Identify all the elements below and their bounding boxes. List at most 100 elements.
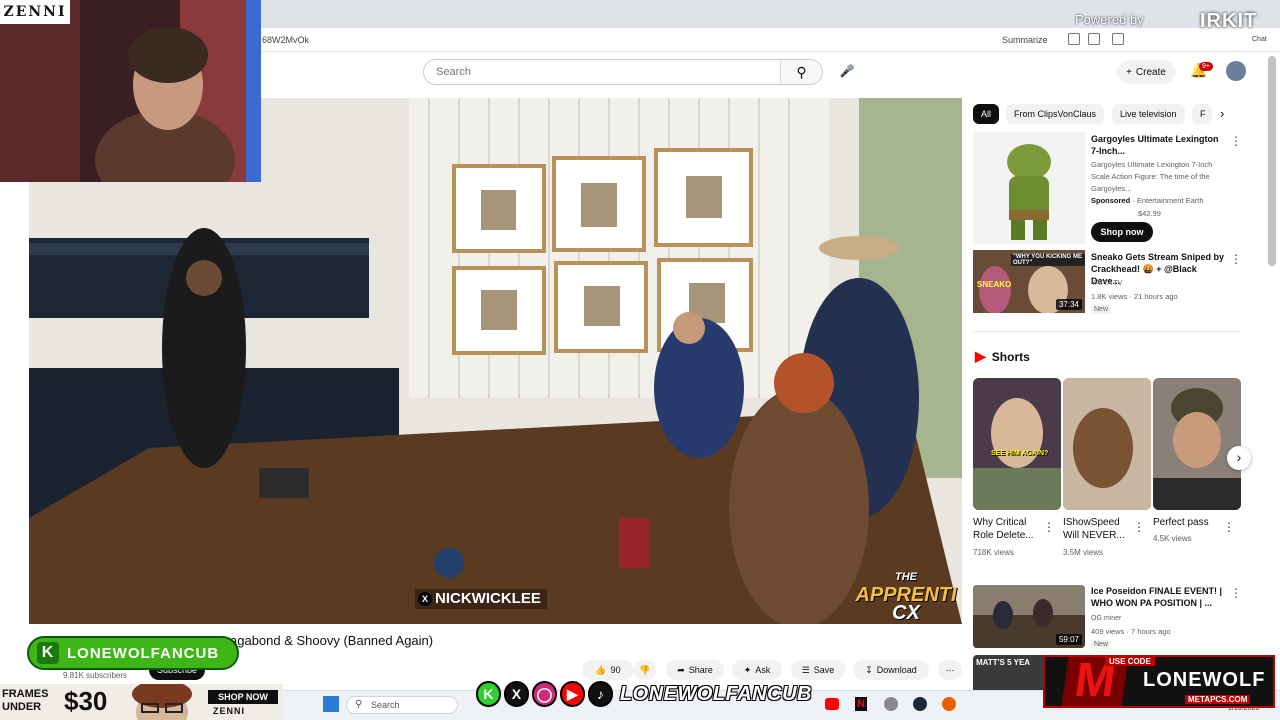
plus-icon: + xyxy=(1126,66,1132,78)
caption-text: NICKWICKLEE xyxy=(435,590,541,607)
search-input[interactable]: Search xyxy=(436,66,471,78)
shorts-heading: ▶ Shorts xyxy=(975,348,1030,365)
frames-line2: UNDER xyxy=(2,701,42,713)
more-actions-button[interactable]: ⋯ xyxy=(938,660,962,680)
sponsored-label: Sponsored xyxy=(1091,196,1131,205)
ad-title[interactable]: Gargoyles Ultimate Lexington 7-Inch... xyxy=(1091,133,1226,157)
app-icon[interactable] xyxy=(884,697,898,711)
download-icon: ↧ xyxy=(865,664,873,675)
netflix-app-icon[interactable]: N xyxy=(855,697,867,711)
ask-label: Ask xyxy=(755,665,771,675)
short-image xyxy=(1153,378,1241,510)
chip-more[interactable]: F xyxy=(1192,104,1212,124)
steam-app-icon[interactable] xyxy=(913,697,927,711)
share-icon: ➦ xyxy=(677,664,685,675)
subscriber-count: 9.81K subscribers xyxy=(63,671,128,680)
more-vertical-icon[interactable]: ⋮ xyxy=(1230,134,1242,148)
model-photo xyxy=(132,684,192,720)
refresh-icon[interactable] xyxy=(1112,33,1124,45)
short-image xyxy=(973,378,1061,510)
zenni-small-logo: ZENNI xyxy=(213,706,245,716)
chip-live-television[interactable]: Live television xyxy=(1112,104,1185,124)
ask-button[interactable]: ✦ Ask xyxy=(732,660,782,680)
channel-name[interactable]: YATTA TV xyxy=(1091,278,1122,289)
sparkle-icon: ✦ xyxy=(743,664,752,675)
thumbs-up-icon: 👍 xyxy=(595,664,607,675)
promo-code: LONEWOLF xyxy=(1143,669,1266,691)
more-vertical-icon[interactable]: ⋮ xyxy=(1133,520,1145,534)
windows-start-icon[interactable] xyxy=(323,696,339,712)
save-button[interactable]: ☰ Save xyxy=(791,660,845,680)
account-avatar[interactable] xyxy=(1226,61,1246,81)
chat-button[interactable]: Chat xyxy=(1252,36,1267,43)
chevron-right-icon[interactable]: › xyxy=(1220,106,1224,121)
taskbar-search[interactable]: ⚲ Search xyxy=(346,696,458,714)
download-button[interactable]: ↧ Download xyxy=(853,660,929,680)
short-views: 3.5M views xyxy=(1063,548,1104,557)
chip-all[interactable]: All xyxy=(973,104,1000,124)
short-title[interactable]: Why Critical Role Delete... xyxy=(973,516,1043,542)
short-thumbnail[interactable] xyxy=(1063,378,1151,510)
like-button[interactable]: 👍 90 xyxy=(582,660,634,680)
more-vertical-icon[interactable]: ⋮ xyxy=(1043,520,1055,534)
instagram-icon: ◯ xyxy=(531,681,557,707)
ad-thumbnail[interactable] xyxy=(973,132,1085,244)
create-button[interactable]: + Create xyxy=(1117,60,1175,84)
ad-sponsor-line: Sponsored · Entertainment Earth xyxy=(1091,196,1204,205)
advertiser-name: Entertainment Earth xyxy=(1136,196,1204,205)
channel-name[interactable]: OG miner xyxy=(1091,613,1121,624)
search-box[interactable]: Search ⚲ xyxy=(423,59,823,85)
social-handles-overlay: K X ◯ ▶ ♪ LONEWOLFANCUB xyxy=(476,680,812,708)
video-duration: 59:07 xyxy=(1055,634,1082,645)
short-views: 4.5K views xyxy=(1153,534,1192,543)
more-vertical-icon[interactable]: ⋮ xyxy=(1230,586,1242,600)
metapcs-site: METAPCS.COM xyxy=(1185,695,1251,704)
youtube-icon: ▶ xyxy=(559,681,585,707)
more-vertical-icon[interactable]: ⋮ xyxy=(1230,252,1242,266)
channel-badge-name: LONEWOLFANCUB xyxy=(67,644,220,662)
short-thumbnail[interactable] xyxy=(1153,378,1241,510)
search-icon[interactable]: ⚲ xyxy=(780,60,822,84)
shop-now-button[interactable]: Shop now xyxy=(1091,222,1153,242)
create-label: Create xyxy=(1135,66,1166,78)
use-code-label: USE CODE xyxy=(1105,657,1155,666)
video-thumbnail[interactable]: 59:07 xyxy=(973,585,1085,648)
extension-icon[interactable] xyxy=(1068,33,1080,45)
shorts-icon: ▶ xyxy=(975,348,986,364)
short-title[interactable]: Perfect pass xyxy=(1153,516,1223,529)
webcam-overlay: ZENNI xyxy=(0,0,261,182)
share-button[interactable]: ➦ Share xyxy=(666,660,724,680)
thumbs-down-icon: 👎 xyxy=(639,664,651,675)
short-title[interactable]: IShowSpeed Will NEVER... xyxy=(1063,516,1135,542)
new-badge: New xyxy=(1091,640,1112,649)
new-badge: New xyxy=(1091,305,1112,314)
zenni-shop-now: SHOP NOW xyxy=(208,690,278,704)
zenni-ad-banner: FRAMES UNDER $30 SHOP NOW ZENNI xyxy=(0,684,283,720)
video-thumbnail[interactable]: "WHY YOU KICKING ME OUT?" SNEAKO 37:34 xyxy=(973,250,1085,313)
frames-price: $30 xyxy=(64,686,108,716)
social-handle: LONEWOLFANCUB xyxy=(619,682,812,705)
save-playlist-icon: ☰ xyxy=(801,664,810,675)
shorts-next-chevron-icon[interactable]: › xyxy=(1227,446,1251,470)
short-thumbnail[interactable]: SEE HIM AGAIN? xyxy=(973,378,1061,510)
chip-from-channel[interactable]: From ClipsVonClaus xyxy=(1006,104,1105,124)
zenni-logo: ZENNI xyxy=(0,0,70,24)
url-text[interactable]: 68W2MvOk xyxy=(262,35,309,45)
bookmark-icon[interactable] xyxy=(1088,33,1100,45)
sidebar-scrollbar[interactable] xyxy=(1268,56,1276,266)
summarize-button[interactable]: Summarize xyxy=(1002,35,1048,45)
action-figure-image xyxy=(1007,144,1051,240)
ad-description: Gargoyles Ultimate Lexington 7-Inch Scal… xyxy=(1091,160,1213,193)
firefox-app-icon[interactable] xyxy=(942,697,956,711)
video-meta: 409 views · 7 hours ago xyxy=(1091,627,1171,636)
frames-under-text: FRAMES UNDER xyxy=(2,688,48,714)
dislike-button[interactable]: 👎 xyxy=(634,660,656,680)
video-title[interactable]: Ice Poseidon FINALE EVENT! | WHO WON PA … xyxy=(1091,585,1226,609)
youtube-app-icon[interactable] xyxy=(825,698,839,710)
show-logo-line3: CX xyxy=(892,602,920,624)
microphone-icon[interactable]: 🎤 xyxy=(836,60,858,82)
search-icon: ⚲ xyxy=(355,699,363,710)
more-vertical-icon[interactable]: ⋮ xyxy=(1223,520,1235,534)
short-image xyxy=(1063,378,1151,510)
x-icon: X xyxy=(503,681,529,707)
